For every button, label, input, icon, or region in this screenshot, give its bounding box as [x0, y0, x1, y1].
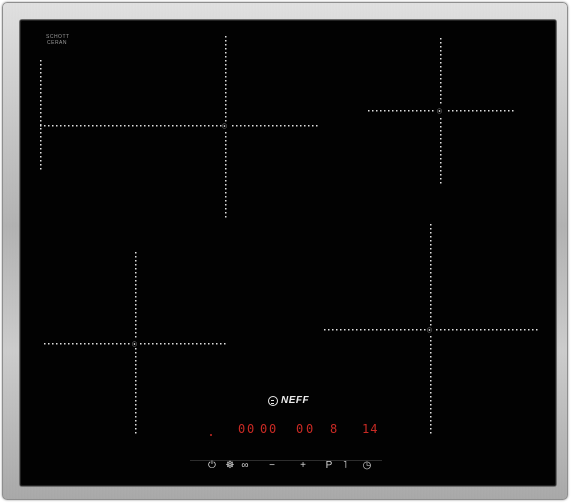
minus-icon: −	[269, 460, 275, 471]
zone-front-right-center-icon: ⦿	[427, 328, 432, 334]
indicator-dot	[210, 434, 212, 436]
timer-button[interactable]: ◷	[360, 460, 374, 472]
minus-button[interactable]: −	[265, 460, 279, 472]
zone-display-5: 0	[296, 422, 305, 436]
power-button[interactable]: ⏻	[205, 460, 219, 472]
zone-display-3: 0	[260, 422, 269, 436]
zone-rear-left-marking: ⦿	[40, 36, 318, 218]
keep-warm-button[interactable]: ∞	[238, 460, 252, 472]
wipe-icon: ˥	[343, 460, 347, 471]
zone-front-left-marking: ⦿	[44, 252, 226, 434]
powerboost-icon: P	[325, 460, 333, 471]
zone-display-6: 0	[306, 422, 315, 436]
zone-front-right-marking: ⦿	[324, 224, 538, 434]
zone-display-4: 0	[269, 422, 278, 436]
zone-front-left-center-icon: ⦿	[132, 342, 137, 348]
zone-display-2: 0	[247, 422, 256, 436]
ceramic-glass-surface: SCHOTT CERAN ⦿ ⦿ ⦿ ⦿ NEFF 0 0 0 0 0 0 8 14 …	[20, 20, 556, 486]
timer-icon: ◷	[362, 460, 372, 471]
logo-text: NEFF	[281, 395, 310, 406]
zone-rear-left-center-icon: ⦿	[222, 124, 227, 130]
logo-badge-icon	[268, 395, 278, 406]
cooking-zone-markings: ⦿ ⦿ ⦿ ⦿	[40, 36, 538, 434]
zone-display-1: 0	[238, 422, 247, 436]
zone-rear-right-center-icon: ⦿	[437, 109, 442, 115]
plus-button[interactable]: +	[296, 460, 310, 472]
key-icon: ☸	[225, 460, 235, 471]
infinity-icon: ∞	[241, 460, 249, 471]
childlock-button[interactable]: ☸	[223, 460, 237, 472]
brand-logo: NEFF	[268, 395, 309, 406]
zone-rear-left-edge-marking	[40, 60, 42, 170]
powerboost-button[interactable]: P	[322, 460, 336, 472]
stainless-steel-frame: SCHOTT CERAN ⦿ ⦿ ⦿ ⦿ NEFF 0 0 0 0 0 0 8 14 …	[2, 2, 568, 500]
plus-icon: +	[300, 460, 306, 471]
timer-display: 14	[362, 422, 379, 436]
power-icon: ⏻	[208, 460, 216, 471]
power-level-display: 8	[330, 422, 339, 436]
zone-rear-right-marking: ⦿	[368, 38, 514, 184]
wipe-protection-button[interactable]: ˥	[338, 460, 352, 472]
